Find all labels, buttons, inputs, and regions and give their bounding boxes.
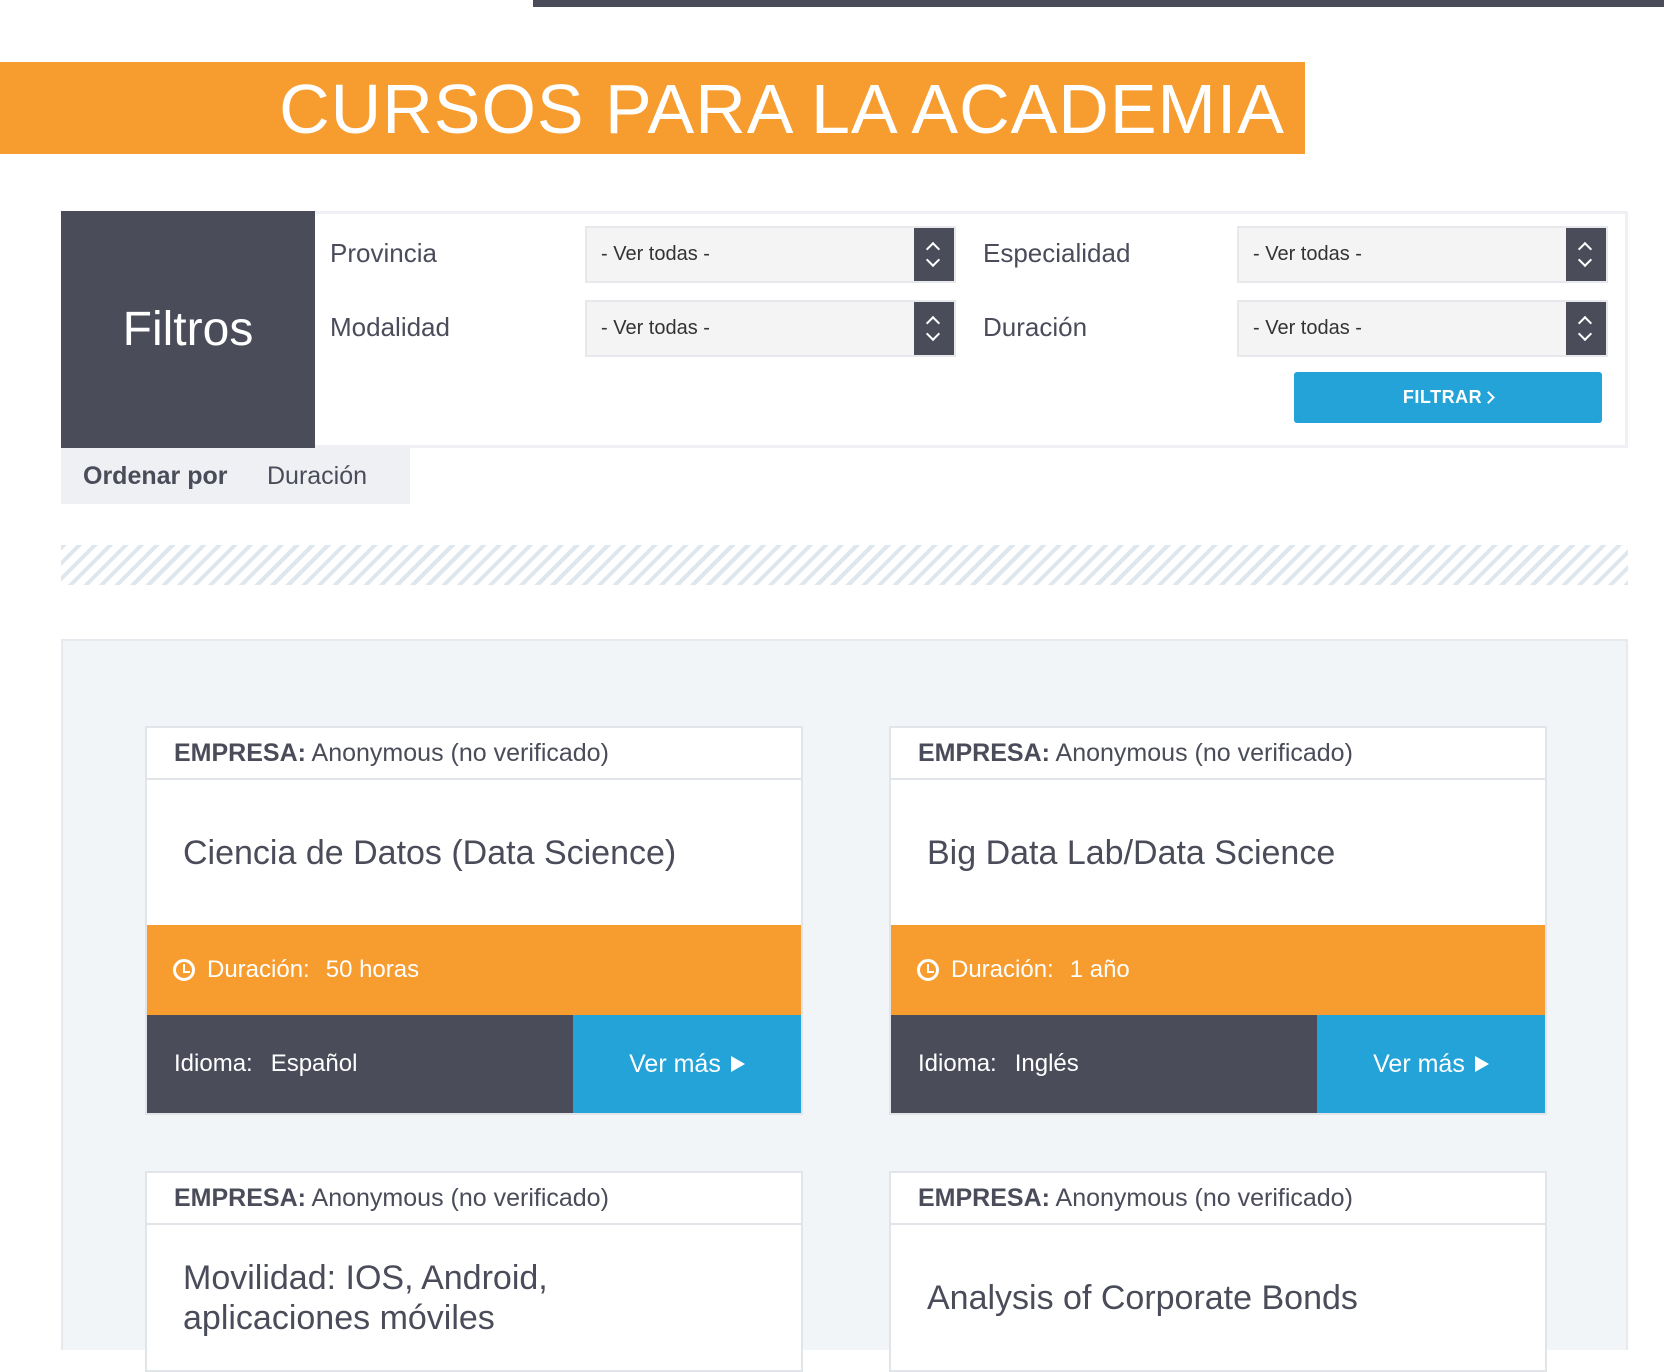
select-duracion[interactable]: - Ver todas -	[1237, 300, 1608, 357]
select-especialidad[interactable]: - Ver todas -	[1237, 226, 1608, 283]
filter-label-provincia: Provincia	[330, 238, 437, 268]
language-value: Inglés	[1014, 1050, 1079, 1077]
card-duration: Duración: 1 año	[891, 925, 1545, 1015]
filters-panel: Filtros Provincia - Ver todas - Especial…	[61, 211, 1628, 448]
filter-label-duracion: Duración	[983, 312, 1088, 342]
course-title[interactable]: Ciencia de Datos (Data Science)	[147, 780, 801, 925]
ver-mas-label: Ver más	[629, 1049, 721, 1078]
course-card: EMPRESA: Anonymous (no verificado) Movil…	[145, 1171, 803, 1372]
top-bar	[533, 0, 1664, 7]
company-name: Anonymous (no verificado)	[1055, 1184, 1353, 1212]
course-card: EMPRESA: Anonymous (no verificado) Cienc…	[145, 726, 803, 1115]
company-label: EMPRESA:	[918, 739, 1050, 767]
sort-value[interactable]: Duración	[267, 462, 367, 491]
filter-button[interactable]: FILTRAR	[1294, 372, 1602, 423]
duration-value: 1 año	[1069, 956, 1130, 983]
duration-label: Duración:	[207, 956, 310, 983]
clock-icon	[917, 959, 939, 981]
card-duration: Duración: 50 horas	[147, 925, 801, 1015]
page-title: CURSOS PARA LA ACADEMIA	[279, 70, 1285, 148]
select-value: - Ver todas -	[1253, 243, 1362, 265]
company-label: EMPRESA:	[174, 739, 306, 767]
company-name: Anonymous (no verificado)	[311, 1184, 609, 1212]
clock-icon	[173, 959, 195, 981]
hero-banner: CURSOS PARA LA ACADEMIA	[0, 62, 1305, 154]
course-card: EMPRESA: Anonymous (no verificado) Analy…	[889, 1171, 1547, 1372]
course-card: EMPRESA: Anonymous (no verificado) Big D…	[889, 726, 1547, 1115]
ver-mas-button[interactable]: Ver más	[1317, 1015, 1545, 1113]
filters-heading: Filtros	[61, 211, 315, 448]
ver-mas-button[interactable]: Ver más	[573, 1015, 801, 1113]
updown-chevron-icon	[1566, 302, 1606, 355]
card-company: EMPRESA: Anonymous (no verificado)	[147, 728, 801, 780]
card-footer: Idioma: Español Ver más	[147, 1015, 801, 1113]
card-company: EMPRESA: Anonymous (no verificado)	[147, 1173, 801, 1225]
card-footer: Idioma: Inglés Ver más	[891, 1015, 1545, 1113]
course-title[interactable]: Big Data Lab/Data Science	[891, 780, 1545, 925]
filter-label-especialidad: Especialidad	[983, 238, 1131, 268]
select-modalidad[interactable]: - Ver todas -	[585, 300, 956, 357]
updown-chevron-icon	[914, 228, 954, 281]
play-icon	[730, 1056, 745, 1072]
select-value: - Ver todas -	[601, 243, 710, 265]
card-language: Idioma: Español	[147, 1015, 573, 1113]
updown-chevron-icon	[914, 302, 954, 355]
company-label: EMPRESA:	[918, 1184, 1050, 1212]
duration-value: 50 horas	[325, 956, 420, 983]
course-title[interactable]: Movilidad: IOS, Android, aplicaciones mó…	[147, 1225, 587, 1370]
sort-label: Ordenar por	[83, 462, 228, 490]
chevron-right-icon	[1482, 391, 1495, 404]
select-provincia[interactable]: - Ver todas -	[585, 226, 956, 283]
filter-label-modalidad: Modalidad	[330, 312, 450, 342]
company-name: Anonymous (no verificado)	[311, 739, 609, 767]
card-language: Idioma: Inglés	[891, 1015, 1317, 1113]
language-label: Idioma:	[174, 1050, 253, 1077]
play-icon	[1474, 1056, 1489, 1072]
hatch-divider	[61, 545, 1628, 585]
updown-chevron-icon	[1566, 228, 1606, 281]
card-company: EMPRESA: Anonymous (no verificado)	[891, 1173, 1545, 1225]
language-value: Español	[270, 1050, 358, 1077]
select-value: - Ver todas -	[601, 317, 710, 339]
company-name: Anonymous (no verificado)	[1055, 739, 1353, 767]
courses-list: EMPRESA: Anonymous (no verificado) Cienc…	[61, 639, 1628, 1372]
select-value: - Ver todas -	[1253, 317, 1362, 339]
sort-bar[interactable]: Ordenar por Duración	[61, 448, 410, 504]
course-title[interactable]: Analysis of Corporate Bonds	[891, 1225, 1545, 1370]
card-company: EMPRESA: Anonymous (no verificado)	[891, 728, 1545, 780]
duration-label: Duración:	[951, 956, 1054, 983]
filter-button-label: FILTRAR	[1402, 387, 1483, 407]
language-label: Idioma:	[918, 1050, 997, 1077]
ver-mas-label: Ver más	[1373, 1049, 1465, 1078]
company-label: EMPRESA:	[174, 1184, 306, 1212]
